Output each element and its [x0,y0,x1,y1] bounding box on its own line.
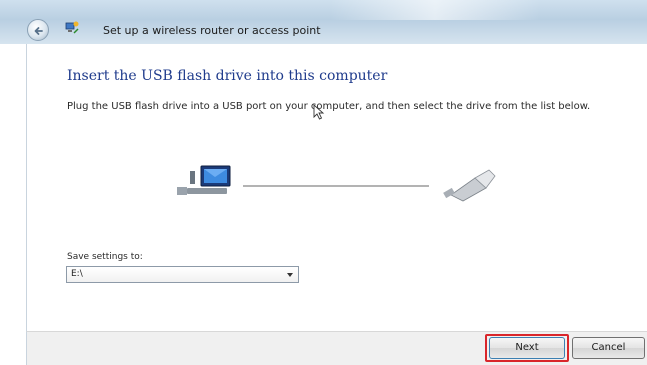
chevron-down-icon[interactable] [287,273,293,277]
connection-graphic [177,165,496,202]
drive-select-value: E:\ [71,269,83,279]
title-bar: Set up a wireless router or access point [0,0,647,44]
wizard-window: Set up a wireless router or access point… [0,0,647,365]
usb-flash-drive-icon [443,169,496,202]
wizard-content: Insert the USB flash drive into this com… [26,44,647,331]
button-bar: Next Cancel [26,331,647,365]
drive-select[interactable]: E:\ [66,266,299,283]
cancel-button[interactable]: Cancel [572,337,645,359]
mouse-cursor-icon [313,104,325,120]
save-settings-label: Save settings to: [67,252,143,262]
back-button[interactable] [27,19,49,41]
next-button[interactable]: Next [489,337,565,359]
title-bar-glare [330,0,540,20]
back-arrow-icon [34,27,43,35]
network-setup-icon [65,21,79,34]
computer-icon [177,165,231,195]
window-title: Set up a wireless router or access point [103,24,321,37]
